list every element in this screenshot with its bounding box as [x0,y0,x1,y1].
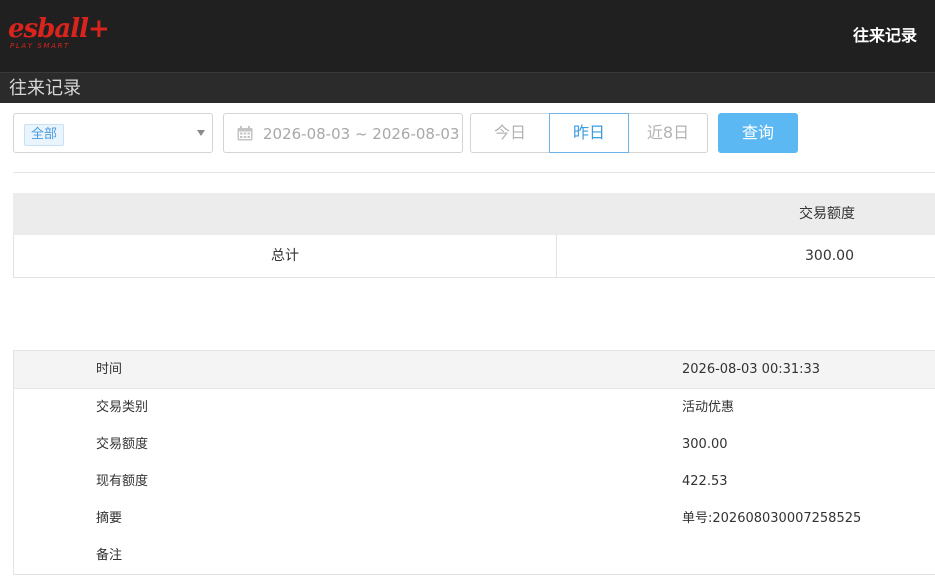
detail-row-remark: 备注 [14,537,935,574]
summary-total-row: 总计 300.00 [13,235,935,278]
page-title: 往来记录 [9,78,81,99]
detail-value: 300.00 [682,437,728,452]
filter-divider [13,172,935,173]
detail-label: 时间 [96,362,123,377]
detail-row-balance: 现有额度 422.53 [14,463,935,500]
detail-row-type: 交易类别 活动优惠 [14,389,935,426]
transaction-detail-table: 时间 2026-08-03 00:31:33 交易类别 活动优惠 交易额度 30… [13,350,935,575]
detail-value: 活动优惠 [682,400,735,415]
esball-logo[interactable]: esball+ PLAY SMART [8,14,110,54]
quick-range-last-8-days[interactable]: 近8日 [628,113,708,153]
transaction-type-select[interactable]: 全部 [13,113,213,153]
top-header: esball+ PLAY SMART 往来记录 [0,0,935,72]
detail-row-summary: 摘要 单号:202608030007258525 [14,500,935,537]
detail-row-amount: 交易额度 300.00 [14,426,935,463]
header-title: 往来记录 [852,26,917,45]
page-title-bar: 往来记录 [0,72,935,103]
query-button[interactable]: 查询 [718,113,798,153]
detail-value: 422.53 [682,474,728,489]
selected-type-tag: 全部 [24,124,65,146]
detail-label: 交易类别 [96,400,149,415]
summary-total-label: 总计 [14,235,557,277]
detail-value: 单号:202608030007258525 [682,511,862,526]
detail-label: 摘要 [96,511,123,526]
detail-label: 备注 [96,548,123,563]
detail-row-time: 时间 2026-08-03 00:31:33 [14,351,935,389]
summary-total-value: 300.00 [805,248,854,264]
date-range-value: 2026-08-03 ~ 2026-08-03 [263,125,460,143]
detail-label: 交易额度 [96,437,149,452]
quick-range-today[interactable]: 今日 [470,113,550,153]
summary-table-header: 交易额度 [13,193,935,235]
date-range-input[interactable]: 2026-08-03 ~ 2026-08-03 [223,113,463,153]
caret-down-icon [197,130,205,136]
detail-value: 2026-08-03 00:31:33 [682,362,821,377]
summary-amount-column-header: 交易额度 [799,206,855,222]
quick-range-yesterday[interactable]: 昨日 [549,113,629,153]
logo-tagline: PLAY SMART [10,42,70,50]
calendar-icon [237,126,253,141]
logo-wordmark: esball+ [8,14,110,44]
detail-label: 现有额度 [96,474,149,489]
